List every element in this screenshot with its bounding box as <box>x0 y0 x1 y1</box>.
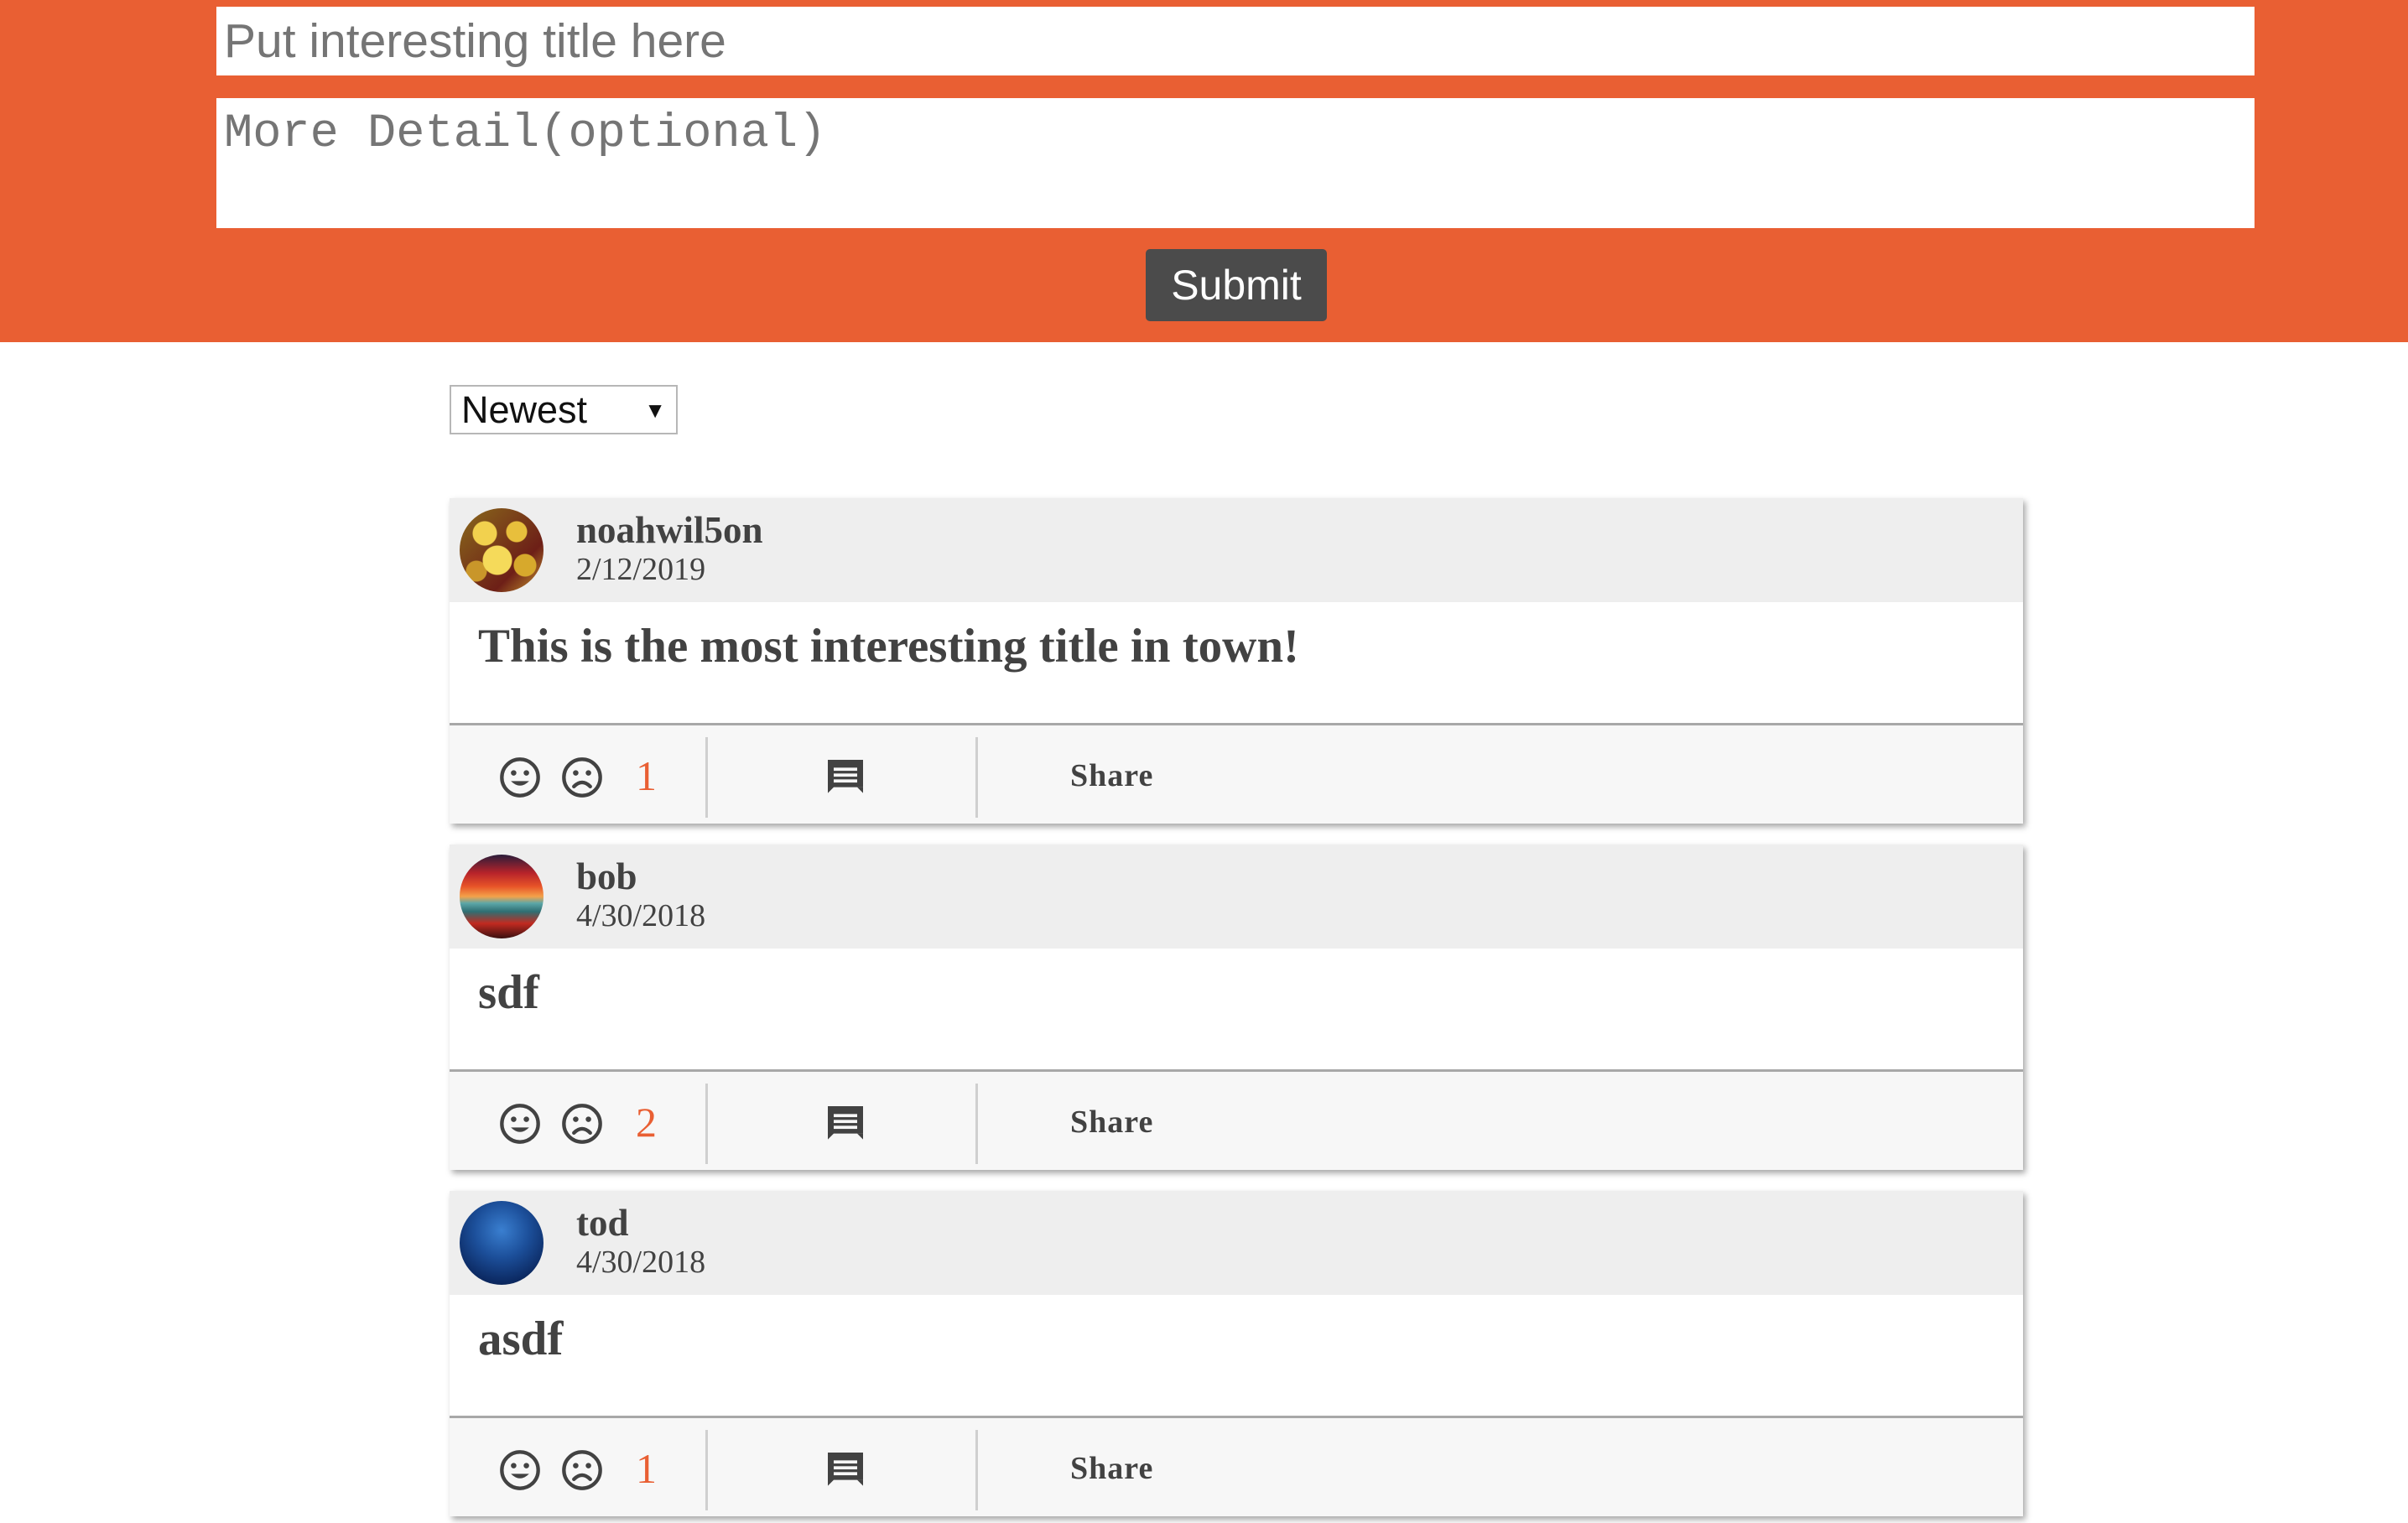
comment-icon[interactable] <box>822 1100 869 1147</box>
divider <box>975 1430 978 1510</box>
divider <box>705 737 708 818</box>
frown-downvote-icon[interactable] <box>560 1448 604 1492</box>
share-button[interactable]: Share <box>1070 752 1153 799</box>
post-username[interactable]: bob <box>576 855 637 898</box>
detail-textarea[interactable] <box>216 98 2255 228</box>
post-composer: Submit <box>0 0 2408 342</box>
post-date: 4/30/2018 <box>576 898 706 933</box>
post-title[interactable]: This is the most interesting title in to… <box>478 619 1299 674</box>
comment-icon[interactable] <box>822 1447 869 1494</box>
post-actions: 1 Share <box>450 723 2023 824</box>
post-actions: 1 Share <box>450 1416 2023 1516</box>
vote-score: 2 <box>636 1099 657 1146</box>
vote-score: 1 <box>636 1445 657 1492</box>
post-card: tod 4/30/2018 asdf 1 Share <box>450 1191 2023 1516</box>
post-header: noahwil5on 2/12/2019 <box>450 498 2023 602</box>
share-button[interactable]: Share <box>1070 1445 1153 1492</box>
divider <box>705 1430 708 1510</box>
title-input[interactable] <box>216 7 2255 75</box>
post-card: noahwil5on 2/12/2019 This is the most in… <box>450 498 2023 824</box>
post-card: bob 4/30/2018 sdf 2 Share <box>450 845 2023 1170</box>
avatar[interactable] <box>460 855 543 938</box>
share-button[interactable]: Share <box>1070 1099 1153 1146</box>
post-title[interactable]: asdf <box>478 1312 563 1367</box>
avatar[interactable] <box>460 1201 543 1285</box>
post-header: bob 4/30/2018 <box>450 845 2023 949</box>
smile-upvote-icon[interactable] <box>498 1448 542 1492</box>
submit-button[interactable]: Submit <box>1146 249 1327 321</box>
post-header: tod 4/30/2018 <box>450 1191 2023 1295</box>
divider <box>705 1084 708 1164</box>
caret-down-icon: ▼ <box>644 398 666 423</box>
post-actions: 2 Share <box>450 1069 2023 1170</box>
post-date: 4/30/2018 <box>576 1245 706 1280</box>
post-title[interactable]: sdf <box>478 965 539 1021</box>
divider <box>975 737 978 818</box>
comment-icon[interactable] <box>822 754 869 801</box>
frown-downvote-icon[interactable] <box>560 756 604 799</box>
post-date: 2/12/2019 <box>576 552 706 587</box>
vote-score: 1 <box>636 752 657 799</box>
avatar[interactable] <box>460 508 543 592</box>
divider <box>975 1084 978 1164</box>
post-username[interactable]: noahwil5on <box>576 508 763 552</box>
smile-upvote-icon[interactable] <box>498 756 542 799</box>
post-username[interactable]: tod <box>576 1201 629 1245</box>
sort-selected-value: Newest <box>461 388 588 431</box>
smile-upvote-icon[interactable] <box>498 1102 542 1146</box>
frown-downvote-icon[interactable] <box>560 1102 604 1146</box>
sort-select[interactable]: Newest ▼ <box>450 385 678 434</box>
